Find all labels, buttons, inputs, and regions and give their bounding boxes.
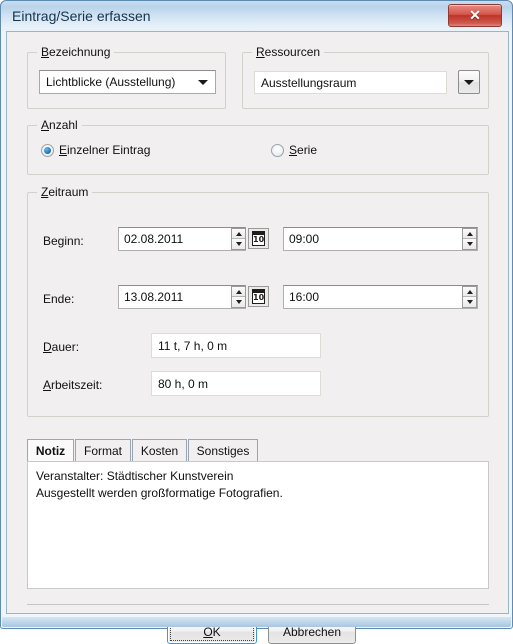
bezeichnung-combobox[interactable]: Lichtblicke (Ausstellung) [39, 70, 216, 94]
radio-selected-icon [41, 143, 54, 157]
close-icon: ✕ [469, 7, 481, 23]
group-bezeichnung: Bezeichnung Lichtblicke (Ausstellung) [27, 45, 226, 109]
close-button[interactable]: ✕ [448, 4, 502, 27]
beginn-time-spinner[interactable] [462, 228, 477, 250]
group-ressourcen-label: Ressourcen [252, 45, 325, 59]
calendar-icon: 10 [252, 231, 265, 246]
ende-date-input[interactable]: 13.08.2011 [118, 285, 246, 309]
cancel-button-label: Abbrechen [282, 624, 342, 639]
calendar-icon-day: 10 [253, 293, 265, 302]
ende-time-input[interactable]: 16:00 [283, 285, 478, 309]
radio-einzelner-eintrag[interactable]: Einzelner Eintrag [41, 143, 150, 157]
tab-sonstiges-label: Sonstiges [196, 443, 250, 458]
beginn-time-input[interactable]: 09:00 [283, 227, 478, 251]
title-bar: Eintrag/Serie erfassen ✕ [1, 1, 513, 34]
focus-rectangle [170, 622, 254, 641]
notiz-textarea[interactable]: Veranstalter: Städtischer Kunstverein Au… [27, 461, 489, 589]
beginn-date-value: 02.08.2011 [124, 232, 184, 246]
tab-format[interactable]: Format [75, 439, 131, 462]
arbeitszeit-label-text: rbeitszeit: [51, 378, 103, 392]
chevron-down-icon [198, 80, 208, 85]
dauer-label: Dauer: [43, 340, 79, 354]
radio-einzelner-eintrag-label: Einzelner Eintrag [59, 143, 150, 157]
dauer-value: 11 t, 7 h, 0 m [158, 338, 228, 353]
dauer-field[interactable]: 11 t, 7 h, 0 m [151, 333, 321, 358]
tab-notiz-label: Notiz [35, 443, 66, 458]
spinner-up-icon[interactable] [232, 229, 245, 239]
radio-einzelner-eintrag-accel: E [59, 143, 68, 157]
tab-kosten[interactable]: Kosten [132, 439, 187, 462]
spinner-down-icon[interactable] [232, 239, 245, 249]
arbeitszeit-label: Arbeitszeit: [43, 378, 102, 392]
group-anzahl-text: nzahl [49, 118, 78, 132]
cancel-button[interactable]: Abbrechen [268, 619, 356, 644]
group-anzahl-label: Anzahl [37, 118, 82, 132]
spinner-down-icon[interactable] [463, 297, 476, 307]
ok-button[interactable]: OK [167, 619, 257, 644]
ressourcen-input[interactable]: Ausstellungsraum [254, 71, 447, 94]
ende-time-value: 16:00 [289, 290, 320, 304]
calendar-icon: 10 [252, 289, 265, 304]
tab-sonstiges[interactable]: Sonstiges [188, 439, 258, 462]
bezeichnung-value: Lichtblicke (Ausstellung) [46, 75, 176, 89]
group-anzahl: Anzahl Einzelner Eintrag Serie [27, 118, 489, 175]
spinner-up-icon[interactable] [463, 287, 476, 297]
ende-date-value: 13.08.2011 [124, 290, 184, 304]
group-bezeichnung-label: Bezeichnung [37, 45, 115, 59]
ressourcen-value: Ausstellungsraum [261, 75, 357, 90]
ende-label: Ende: [43, 292, 75, 306]
beginn-date-input[interactable]: 02.08.2011 [118, 227, 246, 251]
spinner-up-icon[interactable] [232, 287, 245, 297]
radio-serie-text: erie [297, 143, 318, 157]
calendar-icon-day: 10 [253, 235, 265, 244]
radio-serie[interactable]: Serie [271, 143, 317, 157]
group-ressourcen-accel: R [256, 45, 265, 59]
ende-time-spinner[interactable] [462, 286, 477, 308]
beginn-calendar-button[interactable]: 10 [248, 228, 269, 249]
window-title: Eintrag/Serie erfassen [12, 8, 151, 24]
tab-format-label: Format [83, 443, 122, 458]
spinner-down-icon[interactable] [232, 297, 245, 307]
group-zeitraum: Zeitraum Beginn: 02.08.2011 10 09:00 End… [27, 185, 489, 417]
dialog-window: Eintrag/Serie erfassen ✕ Bezeichnung Lic… [0, 0, 513, 644]
chevron-down-icon [464, 80, 474, 85]
group-ressourcen: Ressourcen Ausstellungsraum [242, 45, 489, 109]
group-bezeichnung-text: ezeichnung [49, 45, 111, 59]
ende-date-spinner[interactable] [231, 286, 246, 308]
radio-serie-label: Serie [289, 143, 317, 157]
spinner-up-icon[interactable] [463, 229, 476, 239]
group-ressourcen-text: essourcen [264, 45, 321, 59]
beginn-date-spinner[interactable] [231, 228, 246, 250]
dialog-client-area: Bezeichnung Lichtblicke (Ausstellung) Re… [6, 31, 509, 644]
ende-calendar-button[interactable]: 10 [248, 286, 269, 307]
radio-unselected-icon [271, 143, 284, 157]
ressourcen-dropdown-button[interactable] [458, 70, 480, 94]
footer-separator [27, 604, 489, 605]
dauer-label-accel: D [43, 340, 52, 354]
arbeitszeit-field[interactable]: 80 h, 0 m [151, 371, 321, 396]
tab-notiz[interactable]: Notiz [27, 439, 74, 462]
beginn-time-value: 09:00 [289, 232, 320, 246]
radio-einzelner-eintrag-text: inzelner Eintrag [67, 143, 151, 157]
beginn-label: Beginn: [43, 234, 84, 248]
spinner-down-icon[interactable] [463, 239, 476, 249]
group-anzahl-accel: A [41, 118, 50, 132]
radio-serie-accel: S [289, 143, 298, 157]
group-bezeichnung-accel: B [41, 45, 50, 59]
group-zeitraum-text: eitraum [48, 185, 89, 199]
arbeitszeit-label-accel: A [43, 378, 52, 392]
dauer-label-text: auer: [51, 340, 80, 354]
tab-kosten-label: Kosten [140, 443, 179, 458]
group-zeitraum-label: Zeitraum [37, 185, 93, 199]
arbeitszeit-value: 80 h, 0 m [158, 376, 209, 391]
